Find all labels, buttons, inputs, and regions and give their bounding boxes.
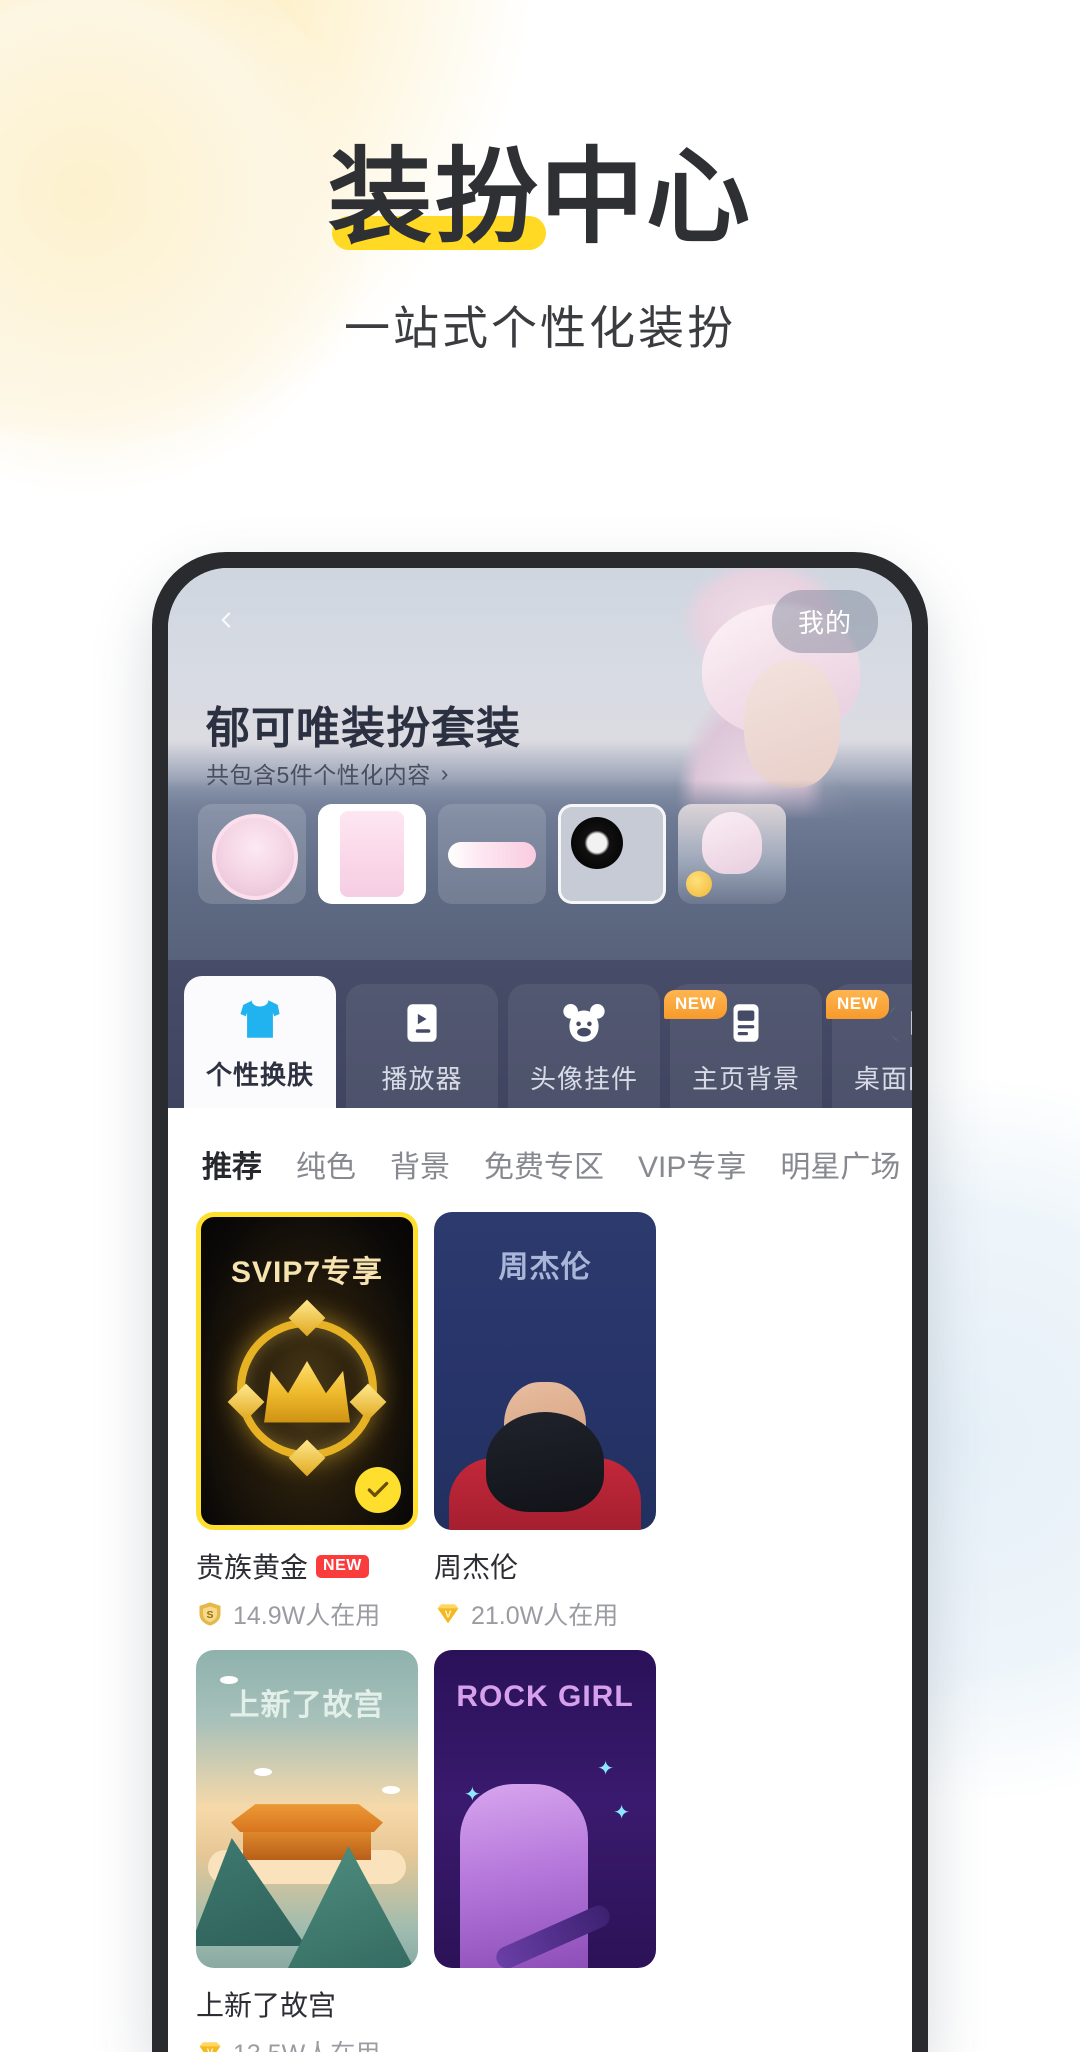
mouse-head-icon [556,997,612,1049]
skin-card-jay-chou[interactable]: 周杰伦 周杰伦 V 21.0W人在用 [434,1212,656,1632]
suite-thumb-avatar-frame[interactable] [198,804,306,904]
suite-thumb-home-background[interactable] [678,804,786,904]
card-artwork-title: SVIP7专享 [230,1256,384,1289]
card-user-count: 14.9W人在用 [233,1602,381,1630]
suite-meta-link[interactable]: 共包含5件个性化内容 › [206,756,449,790]
card-artwork[interactable]: 上新了故宫 [196,1650,418,1968]
filter-chip-solid-color[interactable]: 纯色 [296,1142,356,1186]
tab-desktop-icon[interactable]: NEW 桌面图标 [826,984,912,1108]
card-name: 周杰伦 [434,1552,519,1583]
suite-thumb-comment-bubble[interactable] [438,804,546,904]
sparkle-icon: ✦ [613,1802,630,1824]
skin-card-rock-girl[interactable]: ROCK GIRL ✦ ✦ ✦ [434,1650,656,2052]
skin-card-forbidden-city[interactable]: 上新了故宫 上新了故宫 V [196,1650,418,2052]
card-name-row: 上新了故宫 [196,1984,418,2024]
filter-chip-free-zone[interactable]: 免费专区 [484,1142,604,1186]
back-button[interactable] [202,596,250,644]
check-icon [367,1481,389,1498]
chevron-left-icon [221,612,231,628]
page-subtitle: 一站式个性化装扮 [344,302,736,355]
svg-text:V: V [445,1609,452,1620]
card-meta-row: V 13.5W人在用 [196,2034,418,2052]
card-artwork-palace-roof [231,1804,383,1832]
card-artwork[interactable]: 周杰伦 [434,1212,656,1530]
phone-screen: 我的 郁可唯装扮套装 共包含5件个性化内容 › 个性换肤 播放器 头像挂件 NE… [168,568,912,2052]
card-name: 上新了故宫 [196,1990,337,2021]
card-new-tag: NEW [316,1554,369,1578]
card-artwork-title: 周杰伦 [498,1251,592,1284]
card-artwork-hair [486,1412,604,1512]
filter-chip-background[interactable]: 背景 [390,1142,450,1186]
suite-meta-text: 共包含5件个性化内容 [206,762,431,788]
filter-chip-vip-exclusive[interactable]: VIP专享 [638,1142,746,1186]
crane-graphic [382,1786,400,1794]
chevron-right-icon: › [440,759,449,786]
tab-label: 播放器 [381,1063,463,1094]
crane-graphic [254,1768,272,1776]
vip-diamond-icon: V [437,1604,459,1624]
vip-diamond-icon: V [199,2042,221,2052]
new-badge: NEW [826,990,890,1019]
svg-text:S: S [206,1609,213,1621]
hero-title-wrap: 装扮中心 [328,140,752,256]
card-name: 贵族黄金 [196,1552,309,1583]
tab-label: 主页背景 [691,1063,800,1094]
card-selected-check[interactable] [355,1467,401,1513]
phone-mockup-frame: 我的 郁可唯装扮套装 共包含5件个性化内容 › 个性换肤 播放器 头像挂件 NE… [152,552,928,2052]
banner-artwork-face [744,660,840,788]
tab-player[interactable]: 播放器 [346,984,498,1108]
card-name-row: 周杰伦 [434,1546,656,1586]
card-meta-row: V 21.0W人在用 [434,1596,656,1632]
card-user-count: 13.5W人在用 [233,2034,380,2052]
suite-thumbnail-strip[interactable] [198,804,912,904]
suite-thumb-player[interactable] [558,804,666,904]
tab-label: 桌面图标 [853,1063,912,1094]
card-user-count: 21.0W人在用 [471,1602,619,1630]
filter-chip-star-plaza[interactable]: 明星广场 [780,1142,900,1186]
sparkle-icon: ✦ [597,1758,614,1780]
tab-home-background[interactable]: NEW 主页背景 [664,984,822,1108]
tab-personal-skin[interactable]: 个性换肤 [184,976,336,1108]
card-artwork-title: ROCK GIRL [456,1680,634,1713]
card-artwork-title: 上新了故宫 [229,1689,385,1722]
suite-thumb-skin[interactable] [318,804,426,904]
card-artwork[interactable]: SVIP7专享 [196,1212,418,1530]
tab-avatar-pendant[interactable]: 头像挂件 [508,984,660,1108]
hero-section: 装扮中心 一站式个性化装扮 [0,0,1080,358]
tshirt-icon [232,993,288,1045]
suite-title: 郁可唯装扮套装 [206,704,521,753]
new-badge: NEW [664,990,728,1019]
tab-label: 头像挂件 [529,1063,638,1094]
suite-banner: 我的 郁可唯装扮套装 共包含5件个性化内容 › [168,568,912,960]
category-tab-strip[interactable]: 个性换肤 播放器 头像挂件 NEW 主页背景 NEW 桌面 [168,960,912,1108]
my-items-button[interactable]: 我的 [771,590,878,653]
thumb-pendant-icon [686,871,712,897]
card-name-row: 贵族黄金 NEW [196,1546,418,1586]
card-artwork[interactable]: ROCK GIRL ✦ ✦ ✦ [434,1650,656,1968]
gold-shield-icon: S [199,1602,221,1626]
page-title: 装扮中心 [327,140,752,256]
skin-card-noble-gold[interactable]: SVIP7专享 贵族黄金 NEW S 14.9W人在用 [196,1212,418,1632]
tab-label: 个性换肤 [205,1059,314,1090]
skin-card-grid: SVIP7专享 贵族黄金 NEW S 14.9W人在用 周杰伦 周杰伦 V 21… [168,1212,912,2052]
filter-chip-row[interactable]: 推荐 纯色 背景 免费专区 VIP专享 明星广场 [168,1108,912,1212]
card-meta-row: S 14.9W人在用 [196,1596,418,1632]
player-icon [394,997,450,1049]
crane-graphic [220,1676,238,1684]
filter-chip-recommended[interactable]: 推荐 [200,1142,264,1193]
svg-text:V: V [207,2047,214,2052]
